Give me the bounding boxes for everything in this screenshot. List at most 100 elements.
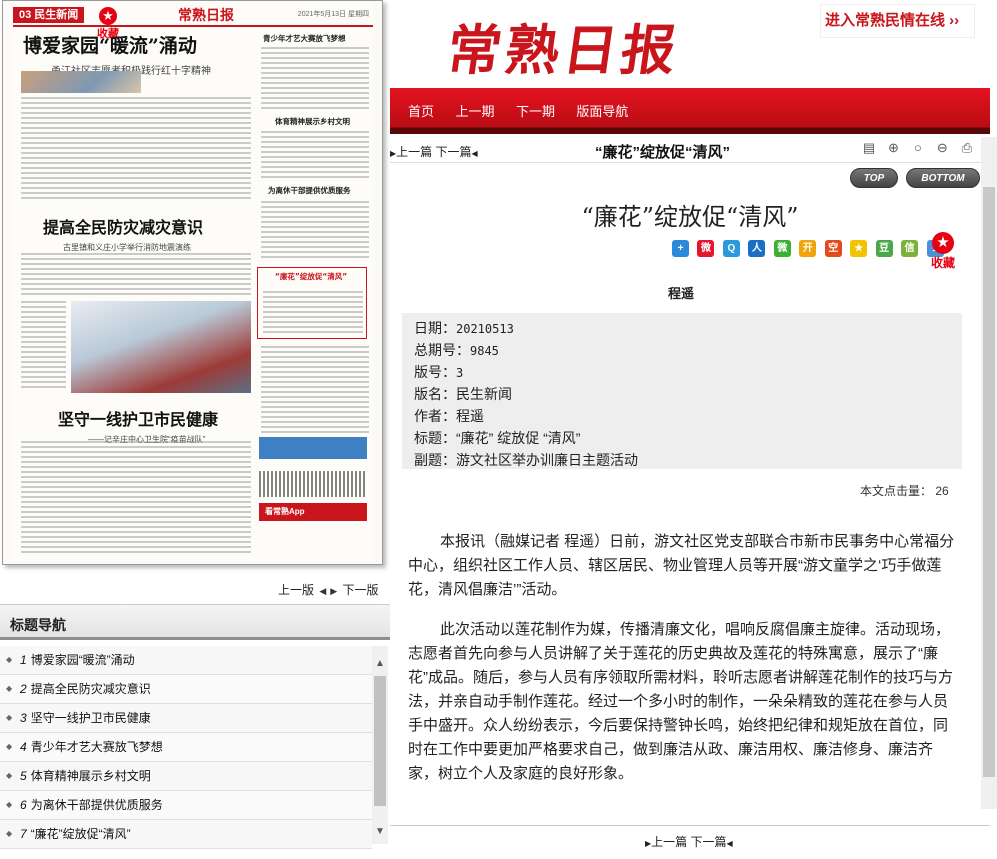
share-wechat-icon[interactable]: 微 [773,240,791,258]
app-banner: 看常熟App [259,503,367,521]
item-number: 7 [20,827,27,841]
body-text-lines [21,253,251,298]
top-button[interactable]: TOP [850,168,898,188]
title-nav-item[interactable]: ◆ 3 坚守一线护卫市民健康 [0,704,372,733]
body-text-lines [21,441,251,556]
meta-value: 3 [456,366,464,380]
article-block-2[interactable]: 提高全民防灾减灾意识 古里镇和义庄小学举行消防地震演练 [43,214,253,253]
next-article-link[interactable]: 下一篇 [436,145,472,159]
enter-minqing-link[interactable]: 进入常熟民情在线 ›› [820,4,975,38]
share-weibo-icon[interactable]: 微 [697,240,715,258]
page-pager: 上一版 ◀ ▶ 下一版 [278,581,379,598]
title-nav-item[interactable]: ◆ 1 博爱家园“暖流”涌动 [0,646,372,675]
next-page-link[interactable]: 下一版 [343,583,379,597]
item-number: 6 [20,798,27,812]
favorite-button[interactable]: ★ 收藏 [928,232,958,271]
share-kaixin-icon[interactable]: 开 [799,240,817,258]
body-text-lines [261,346,369,434]
bottom-button[interactable]: BOTTOM [906,168,980,188]
zoom-reset-icon[interactable]: ○ [909,140,927,158]
nav-prev-issue[interactable]: 上一期 [455,101,494,120]
body-text-lines [261,201,369,261]
meta-key: 标题 [414,430,442,446]
header-rule [13,25,373,27]
arrow-left-icon: ◀ [471,149,478,158]
body-text-lines [21,301,66,391]
toolbar-title: “廉花”绽放促“清风” [595,144,731,161]
scroll-thumb[interactable] [983,187,995,777]
meta-value: 民生新闻 [456,386,512,402]
nav-home[interactable]: 首页 [408,101,434,120]
article-panel: 常熟日报 进入常熟民情在线 ›› 首页 上一期 下一期 版面导航 ▶上一篇 下一… [390,0,997,859]
title-nav-item[interactable]: ◆ 2 提高全民防灾减灾意识 [0,675,372,704]
article-author: 程遥 [667,286,694,301]
meta-row-author: 作者：程遥 [402,405,962,427]
share-tqq-icon[interactable]: Q [722,240,740,258]
toolbar-icons: ▤ ⊕ ○ ⊖ ⎙ [860,139,978,158]
meta-row-issue: 总期号：9845 [402,339,962,361]
article-block-3[interactable]: 坚守一线护卫市民健康 ——记辛庄中心卫生院“疫苗战队” [58,406,258,445]
item-number: 3 [20,711,27,725]
share-douban-icon[interactable]: 豆 [875,240,893,258]
side-headline[interactable]: 青少年才艺大赛放飞梦想 [263,33,346,44]
share-plus-icon[interactable]: + [672,240,689,258]
meta-row-subtitle: 副题：游文社区举办训廉日主题活动 [402,449,962,471]
item-title: 博爱家园“暖流”涌动 [30,653,135,667]
bullet-icon: ◆ [6,713,13,722]
qr-code-row [259,471,367,497]
scroll-up-icon[interactable]: ▲ [372,656,388,672]
item-number: 4 [20,740,27,754]
top-nav-bar: 首页 上一期 下一期 版面导航 [390,88,990,128]
meta-row-page: 版号：3 [402,361,962,383]
paragraph: 本报讯（融媒记者 程遥）日前，游文社区党支部联合市新市民事务中心常福分中心，组织… [408,533,955,598]
title-nav-scrollbar[interactable]: ▲ ▼ [372,646,388,844]
meta-value: 9845 [470,344,499,358]
item-number: 2 [20,682,27,696]
share-renren-icon[interactable]: 人 [748,240,766,258]
prev-article-link[interactable]: 上一篇 [651,835,687,849]
thumbnail-date: 2021年5月13日 星期四 [297,11,369,18]
share-qzone-icon[interactable]: 空 [824,240,842,258]
item-title: 坚守一线护卫市民健康 [30,711,151,725]
next-article-link[interactable]: 下一篇 [691,835,727,849]
newspaper-page-thumbnail[interactable]: 03 民生新闻 ★ 收藏 常熟日报 2021年5月13日 星期四 博爱家园“暖流… [2,0,383,565]
bottom-divider [390,825,990,826]
article-scrollbar[interactable] [981,137,997,809]
bottom-button-label: BOTTOM [921,173,965,184]
scroll-down-icon[interactable]: ▼ [372,824,388,840]
body-text-lines [263,291,363,333]
arrow-left-icon[interactable]: ◀ [319,586,326,596]
title-nav-item[interactable]: ◆ 4 青少年才艺大赛放飞梦想 [0,733,372,762]
click-count-label: 本文点击量： [860,484,933,498]
body-text-lines [21,97,251,202]
prev-page-link[interactable]: 上一版 [278,583,314,597]
item-title: 体育精神展示乡村文明 [30,769,151,783]
share-star-icon[interactable]: ★ [850,240,868,258]
share-message-icon[interactable]: 信 [901,240,919,258]
article-title: “廉花”绽放促“清风” [581,203,799,231]
print-icon[interactable]: ⎙ [958,140,976,158]
photo [21,71,141,93]
body-text-lines [261,131,369,179]
title-nav-heading: 标题导航 [10,617,66,633]
headline: 坚守一线护卫市民健康 [58,410,219,429]
side-headline[interactable]: 为离休干部提供优质服务 [268,185,351,196]
side-headline[interactable]: 体育精神展示乡村文明 [275,116,350,127]
bullet-icon: ◆ [6,800,13,809]
star-icon: ★ [99,7,117,25]
prev-article-link[interactable]: 上一篇 [396,145,432,159]
title-nav-item[interactable]: ◆ 6 为离休干部提供优质服务 [0,791,372,820]
scroll-thumb[interactable] [374,676,386,806]
article-toolbar: ▶上一篇 下一篇◀ “廉花”绽放促“清风” ▤ ⊕ ○ ⊖ ⎙ [390,137,990,163]
meta-key: 版名 [414,386,442,402]
item-title: 为离休干部提供优质服务 [30,798,163,812]
title-nav-item[interactable]: ◆ 7 “廉花”绽放促“清风” [0,820,372,849]
document-icon[interactable]: ▤ [860,140,878,158]
meta-row-date: 日期：20210513 [402,317,962,339]
arrow-right-icon[interactable]: ▶ [330,586,337,596]
zoom-in-icon[interactable]: ⊕ [884,140,902,158]
nav-next-issue[interactable]: 下一期 [516,101,555,120]
title-nav-item[interactable]: ◆ 5 体育精神展示乡村文明 [0,762,372,791]
nav-page-navigation[interactable]: 版面导航 [576,101,628,120]
zoom-out-icon[interactable]: ⊖ [933,140,951,158]
